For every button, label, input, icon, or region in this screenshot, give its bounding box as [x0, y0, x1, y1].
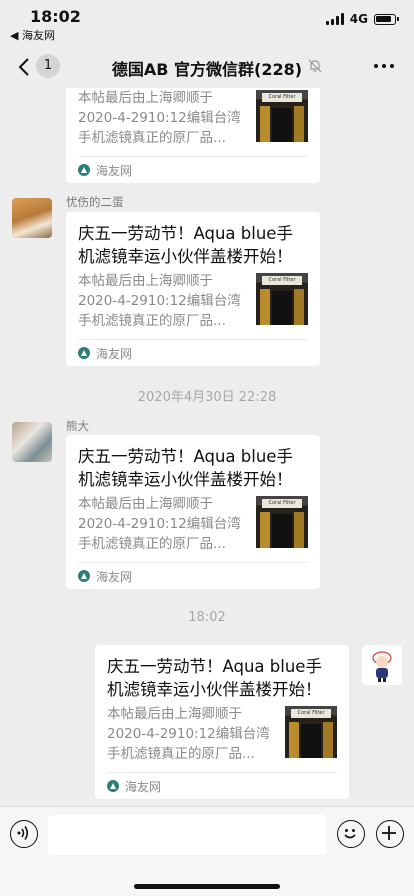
status-time: 18:02 [30, 7, 81, 26]
source-logo-icon [78, 164, 90, 176]
link-card-thumbnail: Coral Filter [285, 706, 337, 758]
link-card-title: 庆五一劳动节！Aqua blue手机滤镜幸运小伙伴盖楼开始！ [78, 447, 293, 489]
signal-icon [325, 13, 344, 25]
status-indicators: 4G [325, 12, 399, 26]
back-to-app-link[interactable]: ◀ 海友网 [10, 27, 55, 43]
message-timestamp: 18:02 [188, 610, 226, 625]
source-logo-icon [78, 570, 90, 582]
link-card-source: 海友网 [78, 562, 308, 589]
more-options-button[interactable] [374, 64, 394, 68]
mute-bell-icon [308, 59, 322, 73]
plus-button[interactable] [376, 820, 404, 848]
source-logo-icon [107, 780, 119, 792]
more-icon [374, 64, 378, 68]
chat-input-bar [0, 806, 414, 896]
link-card-source: 海友网 [78, 339, 308, 366]
emoji-button[interactable] [337, 820, 365, 848]
link-card[interactable]: 庆五一劳动节！Aqua blue手机滤镜幸运小伙伴盖楼开始！ 本帖最后由上海卿顺… [95, 645, 349, 799]
link-card-desc: 本帖最后由上海卿顺于2020-4-2910:12编辑台湾手机滤镜真正的原厂品..… [78, 496, 241, 552]
link-card[interactable]: 本帖最后由上海卿顺于2020-4-2910:12编辑台湾手机滤镜真正的原厂品..… [66, 88, 320, 183]
link-card-title: 庆五一劳动节！Aqua blue手机滤镜幸运小伙伴盖楼开始！ [107, 657, 322, 699]
plus-icon [382, 826, 396, 840]
avatar[interactable] [12, 422, 52, 462]
link-card-desc: 本帖最后由上海卿顺于2020-4-2910:12编辑台湾手机滤镜真正的原厂品..… [78, 273, 241, 329]
voice-icon [17, 826, 29, 840]
link-card-desc: 本帖最后由上海卿顺于2020-4-2910:12编辑台湾手机滤镜真正的原厂品..… [107, 706, 270, 762]
emoji-icon [344, 829, 356, 839]
avatar[interactable] [12, 198, 52, 238]
status-bar: 18:02 ◀ 海友网 4G [0, 0, 414, 44]
voice-button[interactable] [10, 820, 38, 848]
sender-name: 熊大 [66, 419, 89, 433]
chat-header: 1 德国AB 官方微信群(228) [0, 44, 414, 88]
message-input[interactable] [48, 815, 326, 855]
battery-icon [374, 13, 399, 25]
link-card-thumbnail: Coral Filter [256, 496, 308, 548]
source-logo-icon [78, 347, 90, 359]
link-card-desc: 本帖最后由上海卿顺于2020-4-2910:12编辑台湾手机滤镜真正的原厂品..… [78, 90, 241, 146]
link-card-source: 海友网 [78, 156, 308, 183]
link-card[interactable]: 庆五一劳动节！Aqua blue手机滤镜幸运小伙伴盖楼开始！ 本帖最后由上海卿顺… [66, 435, 320, 589]
link-card-title: 庆五一劳动节！Aqua blue手机滤镜幸运小伙伴盖楼开始！ [78, 224, 293, 266]
link-card[interactable]: 庆五一劳动节！Aqua blue手机滤镜幸运小伙伴盖楼开始！ 本帖最后由上海卿顺… [66, 212, 320, 366]
link-card-source: 海友网 [107, 772, 337, 799]
home-indicator[interactable] [134, 884, 280, 889]
cartoon-avatar-icon [372, 651, 392, 682]
message-timestamp: 2020年4月30日 22:28 [137, 390, 277, 405]
link-card-thumbnail: Coral Filter [256, 273, 308, 325]
message-list[interactable]: 本帖最后由上海卿顺于2020-4-2910:12编辑台湾手机滤镜真正的原厂品..… [0, 88, 414, 806]
link-card-thumbnail: Coral Filter [256, 90, 308, 142]
chat-title: 德国AB 官方微信群(228) [111, 60, 303, 79]
sender-name: 忧伤的二蛋 [66, 195, 124, 209]
network-type: 4G [349, 12, 368, 26]
avatar[interactable] [362, 645, 402, 685]
